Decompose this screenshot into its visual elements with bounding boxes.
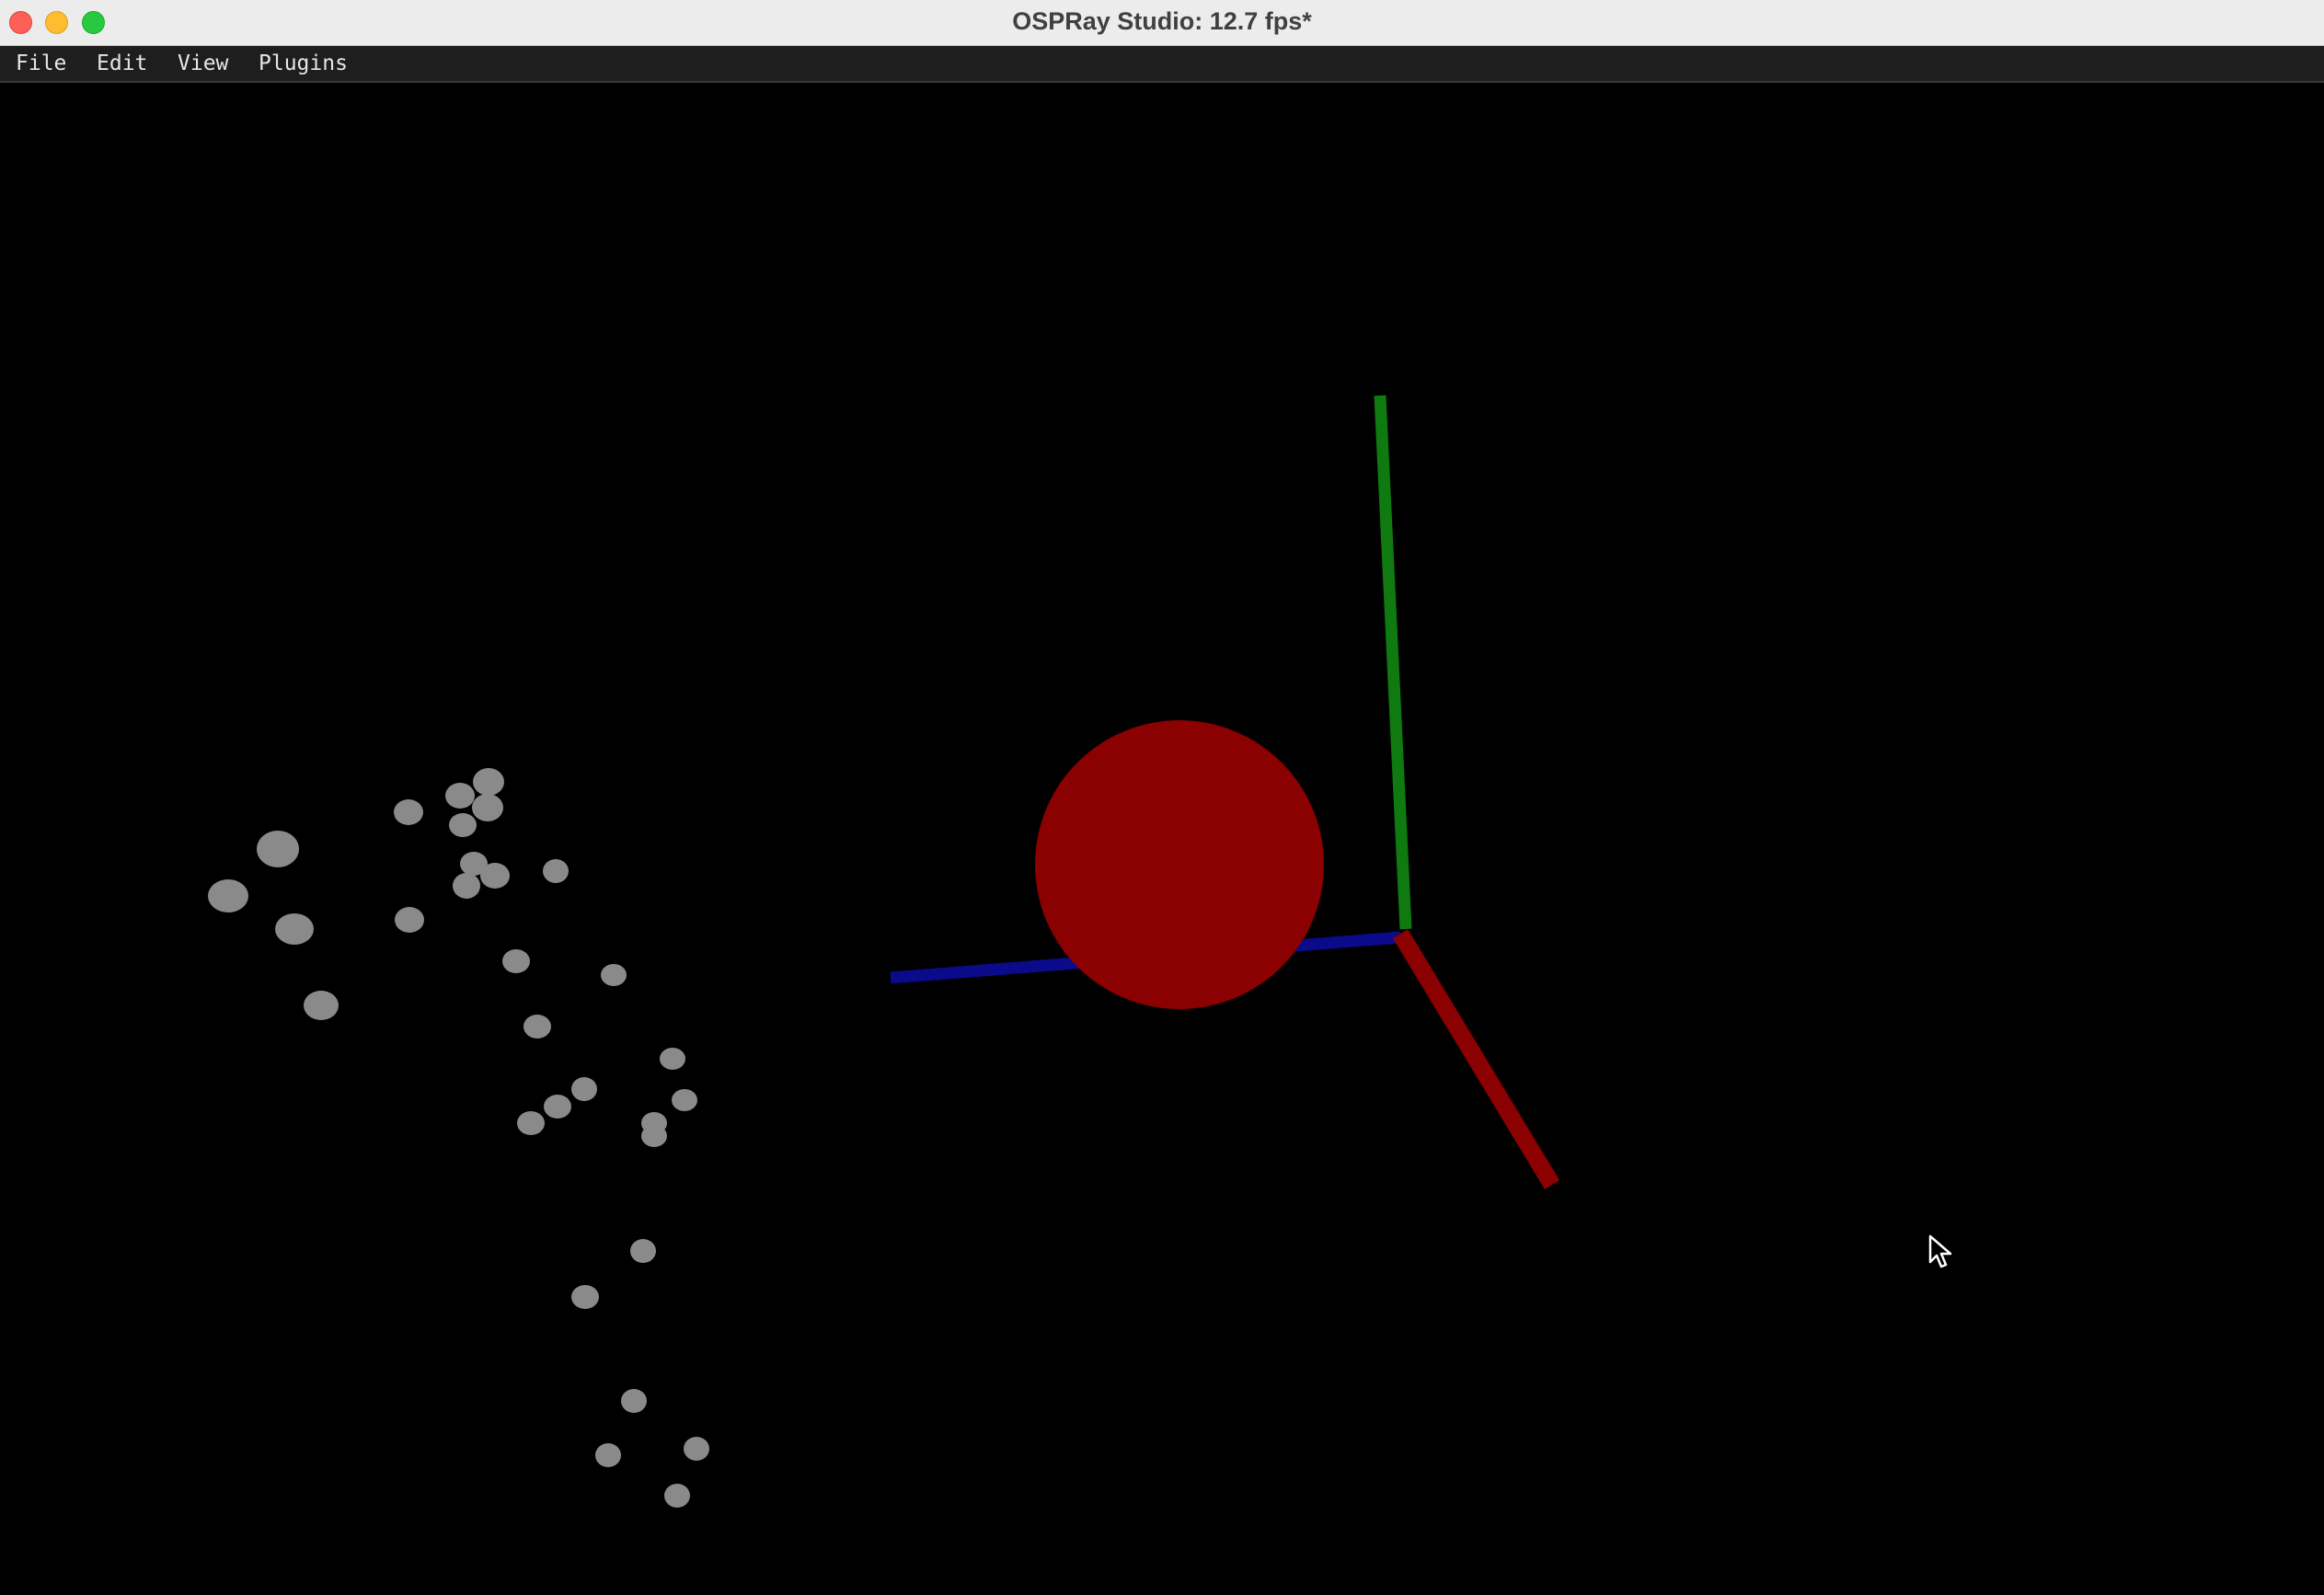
particle bbox=[472, 794, 503, 821]
particle bbox=[544, 1095, 571, 1119]
particle bbox=[684, 1437, 709, 1461]
particle bbox=[275, 913, 314, 945]
particle bbox=[395, 907, 424, 933]
window-title: OSPRay Studio: 12.7 fps* bbox=[1012, 7, 1312, 35]
mouse-pointer-icon bbox=[1928, 1234, 1952, 1268]
particle bbox=[621, 1389, 647, 1413]
menu-file[interactable]: File bbox=[16, 46, 66, 81]
particle bbox=[453, 873, 480, 899]
particle bbox=[664, 1484, 690, 1508]
y-axis bbox=[1374, 395, 1412, 930]
particle bbox=[304, 991, 339, 1020]
particle bbox=[571, 1077, 597, 1101]
menu-plugins[interactable]: Plugins bbox=[259, 46, 348, 81]
particle bbox=[672, 1089, 697, 1111]
x-axis bbox=[1392, 929, 1560, 1189]
red-sphere bbox=[1035, 720, 1324, 1009]
particle bbox=[571, 1285, 599, 1309]
particle bbox=[257, 831, 299, 867]
particle bbox=[543, 859, 569, 883]
render-viewport[interactable] bbox=[0, 83, 2324, 1595]
scene-canvas bbox=[208, 395, 1560, 1508]
particle bbox=[394, 799, 423, 825]
particle bbox=[660, 1048, 685, 1070]
menu-edit[interactable]: Edit bbox=[97, 46, 147, 81]
app-window: OSPRay Studio: 12.7 fps* File Edit View … bbox=[0, 0, 2324, 1595]
menu-view[interactable]: View bbox=[178, 46, 228, 81]
particle bbox=[449, 813, 477, 837]
particle bbox=[601, 964, 627, 986]
particle bbox=[480, 863, 510, 889]
particle bbox=[208, 879, 248, 912]
particle bbox=[517, 1111, 545, 1135]
menu-bar: File Edit View Plugins bbox=[0, 46, 2324, 83]
particle bbox=[473, 768, 504, 796]
particle bbox=[523, 1015, 551, 1038]
title-bar[interactable]: OSPRay Studio: 12.7 fps* bbox=[0, 0, 2324, 46]
particle-cloud bbox=[208, 768, 709, 1508]
particle bbox=[502, 949, 530, 973]
particle bbox=[595, 1443, 621, 1467]
particle bbox=[641, 1125, 667, 1147]
particle bbox=[445, 783, 475, 809]
particle bbox=[630, 1239, 656, 1263]
